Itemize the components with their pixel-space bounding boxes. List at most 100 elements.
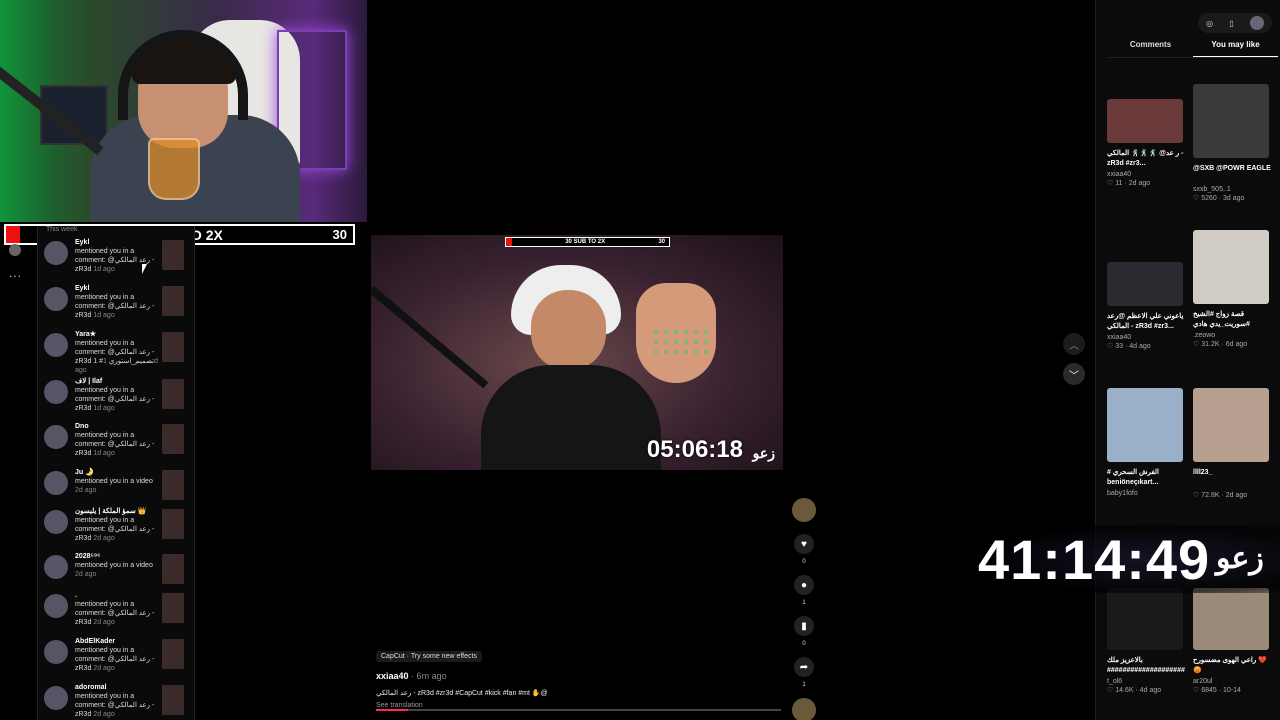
notification-text: 2028⁵⁹⁶ mentioned you in a video 2d ago — [75, 552, 161, 579]
notification-user: Yara★ — [75, 331, 97, 338]
notification-time: 1d ago — [93, 405, 115, 412]
author-avatar[interactable] — [792, 498, 816, 522]
notification-item[interactable]: adoromal mentioned you in a comment: @رعد… — [44, 683, 194, 720]
video-author[interactable]: xxiaa40 — [1107, 171, 1185, 178]
avatar[interactable] — [44, 594, 68, 618]
save-count: 0 — [802, 641, 806, 647]
notification-user: adoromal — [75, 684, 107, 691]
notification-thumbnail[interactable] — [162, 685, 184, 715]
notification-item[interactable]: Yara★ mentioned you in a comment: @رعد ال… — [44, 330, 194, 374]
notification-thumbnail[interactable] — [162, 509, 184, 539]
profile-icon[interactable] — [9, 244, 21, 256]
video-stats: ♡ 6845 · 10-14 — [1193, 687, 1241, 694]
recommended-video-card[interactable]: # الفرش السحري beniöneçıkart... baby1fofo — [1107, 388, 1185, 498]
video-title[interactable]: ر عد@ 🕺🕺🕺 المالكي - zR3d #zr3... — [1107, 149, 1185, 171]
avatar[interactable] — [44, 510, 68, 534]
video-thumbnail[interactable] — [1193, 230, 1269, 304]
recommended-video-card[interactable]: راعي الهوى مضسورح ❤️😡 ar20ul ♡ 6845 · 10-1… — [1193, 588, 1271, 694]
video-title[interactable]: ياعوني علي الاعظم @رعد المالكي - zR3d #z… — [1107, 312, 1185, 334]
notification-item[interactable]: 2028⁵⁹⁶ mentioned you in a video 2d ago — [44, 552, 194, 596]
chevron-down-icon[interactable]: ﹀ — [1063, 363, 1085, 385]
video-author[interactable]: sxxb_505..1 — [1193, 186, 1271, 193]
notification-item[interactable]: سمؤ الملكة | يليسون 👑 mentioned you in a … — [44, 507, 194, 551]
notification-item[interactable]: لاف | Ilaf mentioned you in a comment: @ر… — [44, 377, 194, 421]
notification-thumbnail[interactable] — [162, 470, 184, 500]
video-title[interactable]: بالاعزيز ملك ###################### — [1107, 656, 1185, 678]
notification-body: mentioned you in a video — [75, 562, 153, 569]
compass-icon[interactable]: ◎ — [1206, 19, 1213, 28]
avatar[interactable] — [44, 287, 68, 311]
avatar[interactable] — [44, 380, 68, 404]
recommended-video-card[interactable]: @SXB @POWR EAGLE sxxb_505..1 ♡ 5260 · 3d a… — [1193, 84, 1271, 202]
notification-text: سمؤ الملكة | يليسون 👑 mentioned you in a … — [75, 507, 161, 543]
comment-icon[interactable]: ● — [794, 575, 814, 595]
notification-item[interactable]: Dno mentioned you in a comment: @رعد الما… — [44, 422, 194, 466]
video-thumbnail[interactable] — [1107, 262, 1183, 306]
notification-thumbnail[interactable] — [162, 240, 184, 270]
phone-icon[interactable]: ▯ — [1229, 19, 1233, 28]
notification-text: Eykl mentioned you in a comment: @رعد الم… — [75, 238, 161, 274]
sound-avatar[interactable] — [792, 698, 816, 720]
notification-thumbnail[interactable] — [162, 286, 184, 316]
avatar[interactable] — [44, 425, 68, 449]
avatar[interactable] — [44, 471, 68, 495]
video-title[interactable]: # الفرش السحري beniöneçıkart... — [1107, 468, 1185, 490]
share-icon[interactable]: ➦ — [794, 657, 814, 677]
tab-comments[interactable]: Comments — [1108, 40, 1193, 57]
video-title[interactable]: @SXB @POWR EAGLE — [1193, 164, 1271, 186]
recommended-video-card[interactable]: ر عد@ 🕺🕺🕺 المالكي - zR3d #zr3... xxiaa40 ♡… — [1107, 99, 1185, 187]
video-thumbnail[interactable] — [1107, 99, 1183, 143]
video-title[interactable]: قصة زواج #الشيخ #سوريت_يدي هادي — [1193, 310, 1271, 332]
video-author[interactable]: ar20ul — [1193, 678, 1271, 685]
notification-text: AbdElKader mentioned you in a comment: @ر… — [75, 637, 161, 673]
tea-cup — [148, 138, 200, 200]
video-thumbnail[interactable] — [1107, 588, 1183, 650]
video-author[interactable]: xxiaa40 — [1107, 334, 1185, 341]
notification-text: Eykl mentioned you in a comment: @رعد الم… — [75, 284, 161, 320]
avatar[interactable] — [44, 333, 68, 357]
notification-item[interactable]: AbdElKader mentioned you in a comment: @ر… — [44, 637, 194, 681]
avatar[interactable] — [44, 640, 68, 664]
video-thumbnail[interactable] — [1107, 388, 1183, 462]
notification-thumbnail[interactable] — [162, 554, 184, 584]
video-author[interactable]: t_ol6 — [1107, 678, 1185, 685]
video-thumbnail[interactable] — [1193, 388, 1269, 462]
video-title[interactable]: llll23_ — [1193, 468, 1271, 490]
heart-icon[interactable]: ♥ — [794, 534, 814, 554]
video-thumbnail[interactable] — [1193, 84, 1269, 158]
see-translation-link[interactable]: See translation — [376, 702, 786, 709]
bookmark-icon[interactable]: ▮ — [794, 616, 814, 636]
post-author[interactable]: xxiaa40 · 6m ago — [376, 671, 786, 681]
video-author[interactable]: .zeowo — [1193, 332, 1271, 339]
video-player[interactable]: 30 SUB TO 2X 30 05:06:18 زعو — [371, 235, 783, 470]
headphones-icon — [118, 30, 248, 120]
user-avatar[interactable] — [1249, 16, 1264, 30]
more-icon[interactable]: ... — [9, 266, 27, 280]
avatar[interactable] — [44, 686, 68, 710]
recommended-video-card[interactable]: بالاعزيز ملك ###################### t_ol6… — [1107, 588, 1185, 694]
recommended-video-card[interactable]: ياعوني علي الاعظم @رعد المالكي - zR3d #z… — [1107, 262, 1185, 350]
notification-thumbnail[interactable] — [162, 379, 184, 409]
notification-item[interactable]: . mentioned you in a comment: @رعد المالك… — [44, 591, 194, 635]
stream-timer-overlay: 41:14:49 زعو — [960, 525, 1280, 593]
notification-item[interactable]: Eykl mentioned you in a comment: @رعد الم… — [44, 284, 194, 328]
avatar[interactable] — [44, 555, 68, 579]
recommended-video-card[interactable]: llll23_ ♡ 72.8K · 2d ago — [1193, 388, 1271, 499]
notification-user: لاف | Ilaf — [75, 378, 103, 385]
notification-thumbnail[interactable] — [162, 639, 184, 669]
chevron-up-icon[interactable]: ︿ — [1063, 333, 1085, 355]
capcut-link[interactable]: CapCut · Try some new effects — [376, 651, 482, 662]
video-author[interactable]: baby1fofo — [1107, 490, 1185, 497]
notification-thumbnail[interactable] — [162, 332, 184, 362]
notification-thumbnail[interactable] — [162, 593, 184, 623]
video-thumbnail[interactable] — [1193, 588, 1269, 650]
notification-thumbnail[interactable] — [162, 424, 184, 454]
stream-timer: 41:14:49 — [978, 528, 1211, 591]
notification-item[interactable]: Ju 🌛 mentioned you in a video 2d ago — [44, 468, 194, 512]
notification-item[interactable]: Eykl mentioned you in a comment: @رعد الم… — [44, 238, 194, 282]
video-title[interactable]: راعي الهوى مضسورح ❤️😡 — [1193, 656, 1271, 678]
tab-you-may-like[interactable]: You may like — [1193, 40, 1278, 57]
recommended-video-card[interactable]: قصة زواج #الشيخ #سوريت_يدي هادي .zeowo ♡ 3… — [1193, 230, 1271, 348]
video-progress[interactable] — [376, 709, 781, 711]
avatar[interactable] — [44, 241, 68, 265]
